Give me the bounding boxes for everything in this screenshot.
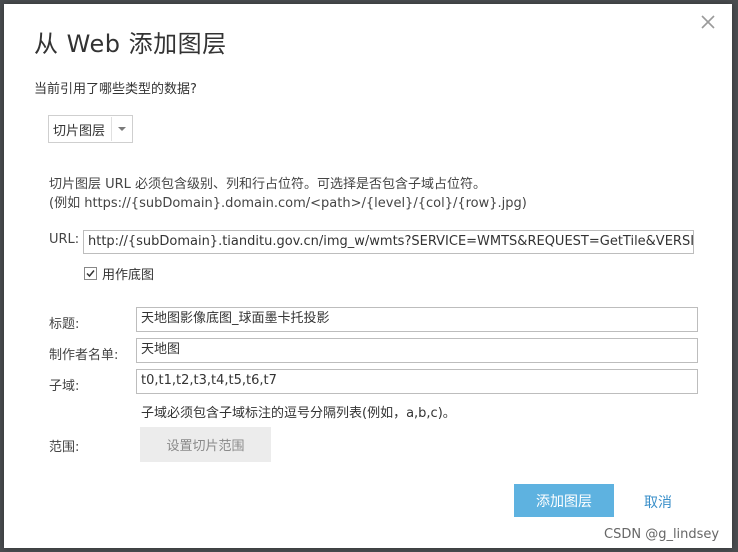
check-icon [86, 270, 95, 278]
subdomain-input[interactable]: t0,t1,t2,t3,t4,t5,t6,t7 [136, 369, 698, 394]
url-input[interactable]: http://{subDomain}.tianditu.gov.cn/img_w… [83, 230, 694, 254]
extent-label: 范围: [49, 440, 80, 455]
set-tile-extent-button[interactable]: 设置切片范围 [140, 427, 271, 462]
close-icon[interactable] [698, 12, 718, 32]
data-type-selected-value: 切片图层 [53, 123, 106, 139]
url-hint-line-2: (例如 https://{subDomain}.domain.com/<path… [49, 196, 527, 211]
data-type-select[interactable]: 切片图层 [48, 115, 134, 143]
data-type-question: 当前引用了哪些类型的数据? [34, 82, 197, 97]
subdomain-note: 子域必须包含子域标注的逗号分隔列表(例如，a,b,c)。 [141, 406, 456, 421]
basemap-checkbox[interactable] [84, 267, 97, 280]
author-input[interactable]: 天地图 [136, 338, 698, 363]
title-label: 标题: [49, 317, 80, 332]
basemap-checkbox-label: 用作底图 [102, 268, 155, 283]
url-label: URL: [49, 232, 80, 247]
author-label: 制作者名单: [49, 348, 119, 363]
basemap-checkbox-row: 用作底图 [84, 264, 154, 283]
cancel-button[interactable]: 取消 [644, 492, 672, 512]
chevron-down-icon [111, 117, 132, 141]
dialog-title: 从 Web 添加图层 [34, 30, 227, 58]
subdomain-label: 子域: [49, 379, 80, 394]
watermark: CSDN @g_lindsey [604, 527, 720, 542]
title-input[interactable]: 天地图影像底图_球面墨卡托投影 [136, 307, 698, 332]
add-layer-dialog: 从 Web 添加图层 当前引用了哪些类型的数据? 切片图层 切片图层 URL 必… [4, 4, 732, 548]
url-hint-line-1: 切片图层 URL 必须包含级别、列和行占位符。可选择是否包含子域占位符。 [49, 177, 487, 192]
add-layer-button[interactable]: 添加图层 [514, 484, 614, 517]
